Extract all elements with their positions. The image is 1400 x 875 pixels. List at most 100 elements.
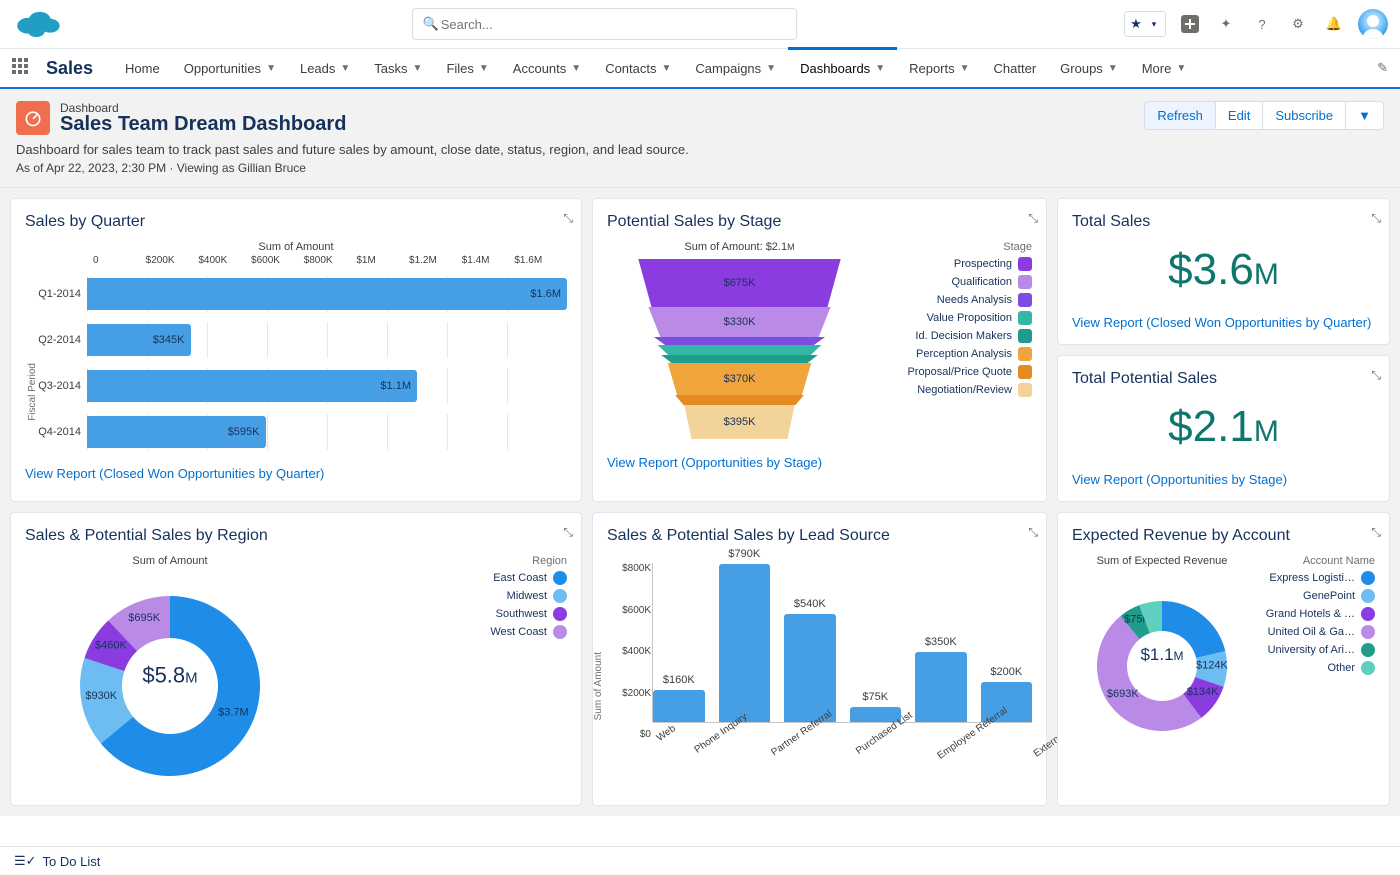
trailhead-icon[interactable]: ✦	[1214, 12, 1238, 36]
legend-item[interactable]: GenePoint	[1260, 589, 1375, 603]
y-axis-title: Fiscal Period	[27, 363, 38, 421]
global-search[interactable]: 🔍	[412, 8, 797, 40]
tab-groups[interactable]: Groups▼	[1048, 48, 1130, 88]
tab-campaigns[interactable]: Campaigns▼	[683, 48, 788, 88]
expand-icon[interactable]: ⤡	[1028, 525, 1034, 540]
tab-tasks[interactable]: Tasks▼	[362, 48, 434, 88]
legend-item[interactable]: Express Logisti…	[1260, 571, 1375, 585]
legend-item[interactable]: Id. Decision Makers	[882, 329, 1032, 343]
funnel-seg-2[interactable]	[647, 337, 833, 345]
funnel-seg-5[interactable]: $370K	[662, 363, 818, 395]
legend-item[interactable]: Other	[1260, 661, 1375, 675]
legend-item[interactable]: Negotiation/Review	[882, 383, 1032, 397]
tab-opportunities[interactable]: Opportunities▼	[172, 48, 288, 88]
report-link[interactable]: View Report (Closed Won Opportunities by…	[25, 466, 567, 481]
legend-item[interactable]: Needs Analysis	[882, 293, 1032, 307]
legend-label: Midwest	[507, 590, 547, 602]
bar-1[interactable]: $790K	[719, 564, 771, 722]
favorites-button[interactable]: ★▾	[1124, 11, 1166, 37]
legend-swatch	[1018, 293, 1032, 307]
expand-icon[interactable]: ⤡	[563, 525, 569, 540]
report-link[interactable]: View Report (Opportunities by Stage)	[607, 455, 1032, 470]
tab-dashboards[interactable]: Dashboards▼	[788, 48, 897, 88]
legend-item[interactable]: Grand Hotels & …	[1260, 607, 1375, 621]
legend-item[interactable]: Qualification	[882, 275, 1032, 289]
legend-item[interactable]: Value Proposition	[882, 311, 1032, 325]
tab-files[interactable]: Files▼	[434, 48, 500, 88]
refresh-button[interactable]: Refresh	[1144, 101, 1216, 130]
expand-icon[interactable]: ⤡	[563, 211, 569, 226]
legend-swatch	[553, 589, 567, 603]
legend-item[interactable]: United Oil & Ga…	[1260, 625, 1375, 639]
notifications-bell-icon[interactable]: 🔔	[1322, 12, 1346, 36]
funnel-seg-3[interactable]	[651, 345, 829, 355]
chevron-down-icon: ▼	[479, 63, 489, 74]
funnel-seg-4[interactable]	[655, 355, 825, 363]
funnel-seg-0[interactable]: $675K	[630, 259, 850, 307]
expand-icon[interactable]: ⤡	[1028, 211, 1034, 226]
funnel-seg-1[interactable]: $330K	[641, 307, 839, 337]
card-revenue-by-account: ⤡ Expected Revenue by Account Sum of Exp…	[1057, 512, 1390, 806]
bar-value: $75K	[862, 691, 888, 703]
tab-contacts[interactable]: Contacts▼	[593, 48, 683, 88]
help-icon[interactable]: ?	[1250, 12, 1274, 36]
expand-icon[interactable]: ⤡	[1371, 525, 1377, 540]
tab-accounts[interactable]: Accounts▼	[501, 48, 593, 88]
card-potential-by-stage: ⤡ Potential Sales by Stage Sum of Amount…	[592, 198, 1047, 502]
bar-4[interactable]: $350K	[915, 652, 967, 722]
todo-list-button[interactable]: To Do List	[43, 854, 101, 869]
legend-swatch	[1361, 625, 1375, 639]
report-link[interactable]: View Report (Closed Won Opportunities by…	[1072, 315, 1375, 330]
legend-item[interactable]: Prospecting	[882, 257, 1032, 271]
global-add-button[interactable]	[1178, 12, 1202, 36]
todo-list-icon[interactable]: ☰✓	[14, 853, 37, 869]
bar-value: $200K	[990, 666, 1022, 678]
tab-label: Opportunities	[184, 61, 261, 76]
card-total-sales: ⤡ Total Sales $3.6M View Report (Closed …	[1057, 198, 1390, 345]
more-actions-button[interactable]: ▼	[1346, 101, 1384, 130]
tab-label: Accounts	[513, 61, 566, 76]
legend-item[interactable]: East Coast	[323, 571, 567, 585]
salesforce-logo[interactable]	[12, 6, 64, 42]
legend-label: Other	[1327, 662, 1355, 674]
bar-Q2-2014[interactable]: Q2-2014$345K	[25, 322, 567, 358]
bar-Q3-2014[interactable]: Q3-2014$1.1M	[25, 368, 567, 404]
bar-Q1-2014[interactable]: Q1-2014$1.6M	[25, 276, 567, 312]
global-header: 🔍 ★▾ ✦ ? ⚙ 🔔	[0, 0, 1400, 49]
setup-gear-icon[interactable]: ⚙	[1286, 12, 1310, 36]
tab-more[interactable]: More▼	[1130, 48, 1199, 88]
funnel-seg-7[interactable]: $395K	[680, 405, 800, 439]
legend-swatch	[1018, 257, 1032, 271]
legend-item[interactable]: West Coast	[323, 625, 567, 639]
tab-home[interactable]: Home	[113, 48, 172, 88]
bar-0[interactable]: $160K	[653, 690, 705, 722]
tab-reports[interactable]: Reports▼	[897, 48, 981, 88]
funnel-seg-6[interactable]	[670, 395, 810, 405]
legend-item[interactable]: University of Ari…	[1260, 643, 1375, 657]
edit-button[interactable]: Edit	[1216, 101, 1263, 130]
legend-item[interactable]: Proposal/Price Quote	[882, 365, 1032, 379]
search-input[interactable]	[439, 16, 786, 33]
edit-nav-icon[interactable]: ✎	[1377, 60, 1388, 76]
expand-icon[interactable]: ⤡	[1371, 368, 1377, 383]
tab-chatter[interactable]: Chatter	[982, 48, 1049, 88]
bar-value: $350K	[925, 636, 957, 648]
expand-icon[interactable]: ⤡	[1371, 211, 1377, 226]
legend-item[interactable]: Perception Analysis	[882, 347, 1032, 361]
legend-swatch	[1361, 661, 1375, 675]
vbar-chart: $160K $790K$540K $75K $350K $200K	[653, 563, 1032, 723]
user-avatar[interactable]	[1358, 9, 1388, 39]
card-sales-by-quarter: ⤡ Sales by Quarter Sum of Amount 0$200K$…	[10, 198, 582, 502]
legend-item[interactable]: Midwest	[323, 589, 567, 603]
subscribe-button[interactable]: Subscribe	[1263, 101, 1346, 130]
tab-leads[interactable]: Leads▼	[288, 48, 362, 88]
app-launcher-icon[interactable]	[12, 58, 32, 78]
star-icon: ★	[1127, 16, 1145, 32]
bar-2[interactable]: $540K	[784, 614, 836, 722]
report-link[interactable]: View Report (Opportunities by Stage)	[1072, 472, 1375, 487]
metric-value: $3.6M	[1072, 245, 1375, 295]
donut-center: $1.1M	[1072, 645, 1252, 665]
page-title: Sales Team Dream Dashboard	[60, 113, 346, 136]
legend-item[interactable]: Southwest	[323, 607, 567, 621]
bar-Q4-2014[interactable]: Q4-2014$595K	[25, 414, 567, 450]
